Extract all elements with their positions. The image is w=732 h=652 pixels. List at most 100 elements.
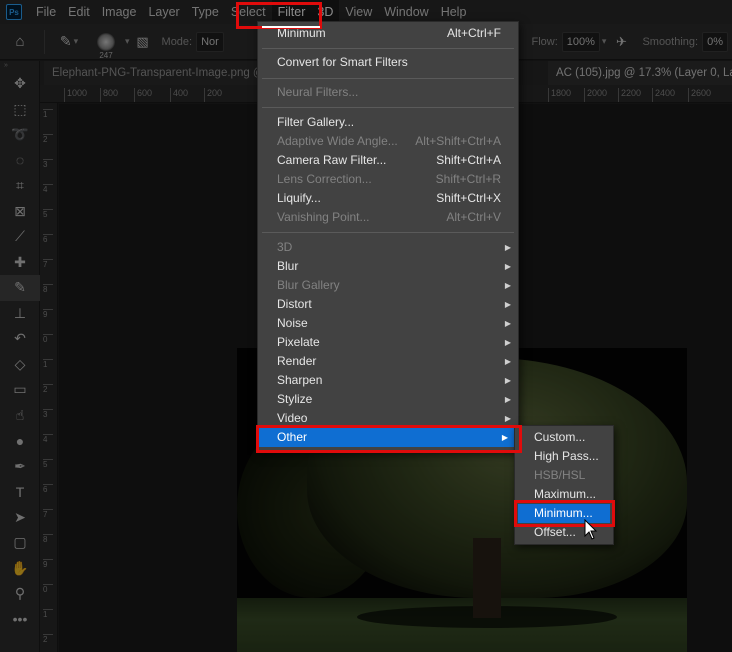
eyedropper-tool-icon[interactable]: ⟋ (0, 224, 40, 250)
panel-collapse-icon[interactable]: » (0, 61, 39, 71)
brush-tool-icon[interactable]: ✎ (0, 275, 40, 301)
mode-label: Mode: (161, 35, 193, 48)
gradient-tool-icon[interactable]: ▭ (0, 377, 40, 403)
menu-item-label: Sharpen (277, 373, 323, 387)
submenu-render-item[interactable]: Render ▶ (258, 352, 518, 371)
menu-item-label: Noise (277, 316, 308, 330)
submenu-blur-gallery-item: Blur Gallery ▶ (258, 276, 518, 295)
menu-separator (262, 48, 514, 49)
tab-ac-document[interactable]: AC (105).jpg @ 17.3% (Layer 0, Lay (548, 61, 732, 85)
zoom-tool-icon[interactable]: ⚲ (0, 581, 40, 607)
brush-icon: ✎ (59, 33, 72, 49)
filter-gallery-item[interactable]: Filter Gallery... (258, 113, 518, 132)
ruler-label: 4 (43, 184, 53, 194)
smoothing-input[interactable]: 0% (702, 31, 728, 52)
type-tool-icon[interactable]: T (0, 479, 40, 505)
ruler-label: 0 (43, 334, 53, 344)
active-menu-underline (262, 26, 320, 28)
ruler-label: 8 (43, 534, 53, 544)
menu-item-label: 3D (277, 240, 293, 254)
ruler-label: 5 (43, 209, 53, 219)
ruler-label: 7 (43, 259, 53, 269)
dodge-tool-icon[interactable]: ● (0, 428, 40, 454)
menu-type[interactable]: Type (186, 0, 225, 24)
submenu-arrow-icon: ▶ (504, 281, 511, 290)
frame-tool-icon[interactable]: ⊠ (0, 199, 40, 225)
menu-file[interactable]: File (30, 0, 62, 24)
vertical-ruler: 1 2 3 4 5 6 7 8 9 0 1 2 3 4 5 6 7 8 9 0 … (40, 103, 58, 652)
move-tool-icon[interactable]: ✥ (0, 71, 40, 97)
ruler-label: 2 (43, 634, 53, 644)
ruler-label: 2 (43, 134, 53, 144)
submenu-arrow-icon: ▶ (504, 262, 511, 271)
submenu-arrow-icon: ▶ (504, 300, 511, 309)
ruler-label: 8 (43, 284, 53, 294)
ruler-label: 2400 (652, 88, 675, 102)
camera-raw-filter-item[interactable]: Camera Raw Filter... Shift+Ctrl+A (258, 151, 518, 170)
vanishing-point-item: Vanishing Point... Alt+Ctrl+V (258, 208, 518, 227)
submenu-arrow-icon: ▶ (504, 376, 511, 385)
ruler-label: 1 (43, 609, 53, 619)
mode-select[interactable]: Nor (196, 31, 224, 52)
ruler-label: 4 (43, 434, 53, 444)
maximum-item[interactable]: Maximum... (515, 485, 613, 504)
smudge-tool-icon[interactable]: ☝ (0, 403, 40, 429)
menu-item-label: Blur (277, 259, 299, 273)
submenu-video-item[interactable]: Video ▶ (258, 409, 518, 428)
history-brush-tool-icon[interactable]: ↶ (0, 326, 40, 352)
marquee-tool-icon[interactable]: ⬚ (0, 97, 40, 123)
pen-tool-icon[interactable]: ✒ (0, 454, 40, 480)
menu-item-label: Render (277, 354, 317, 368)
home-icon[interactable]: ⌂ (0, 24, 40, 60)
submenu-other-item[interactable]: Other ▶ (259, 428, 515, 447)
quick-selection-tool-icon[interactable]: ◌ (0, 148, 40, 174)
offset-item[interactable]: Offset... (515, 523, 613, 542)
custom-item[interactable]: Custom... (515, 428, 613, 447)
convert-smart-filters-item[interactable]: Convert for Smart Filters (258, 53, 518, 72)
brush-tool-preset-button[interactable]: ✎ ▾ (49, 33, 89, 50)
ruler-label: 1800 (548, 88, 571, 102)
healing-brush-tool-icon[interactable]: ✚ (0, 250, 40, 276)
submenu-arrow-icon: ▶ (504, 414, 511, 423)
tab-elephant-document[interactable]: Elephant-PNG-Transparent-Image.png @ (44, 61, 273, 85)
menu-separator (262, 78, 514, 79)
menu-item-shortcut: Alt+Ctrl+V (446, 210, 501, 224)
photoshop-logo-icon: Ps (6, 4, 22, 20)
path-selection-tool-icon[interactable]: ➤ (0, 505, 40, 531)
flow-input[interactable]: 100% (561, 31, 600, 52)
liquify-item[interactable]: Liquify... Shift+Ctrl+X (258, 189, 518, 208)
tools-panel: » ✥ ⬚ ➰ ◌ ⌗ ⊠ ⟋ ✚ ✎ ⊥ ↶ ◇ ▭ ☝ ● ✒ T ➤ ▢ … (0, 61, 40, 652)
ruler-label: 2200 (618, 88, 641, 102)
eraser-tool-icon[interactable]: ◇ (0, 352, 40, 378)
submenu-pixelate-item[interactable]: Pixelate ▶ (258, 333, 518, 352)
menu-edit[interactable]: Edit (62, 0, 96, 24)
brush-size-value: 247 (99, 50, 113, 60)
brush-settings-icon[interactable]: ▧ (130, 34, 156, 50)
high-pass-item[interactable]: High Pass... (515, 447, 613, 466)
submenu-arrow-icon: ▶ (504, 319, 511, 328)
chevron-down-icon: ▾ (73, 36, 79, 46)
ruler-label: 6 (43, 234, 53, 244)
submenu-blur-item[interactable]: Blur ▶ (258, 257, 518, 276)
hand-tool-icon[interactable]: ✋ (0, 556, 40, 582)
crop-tool-icon[interactable]: ⌗ (0, 173, 40, 199)
lasso-tool-icon[interactable]: ➰ (0, 122, 40, 148)
clone-stamp-tool-icon[interactable]: ⊥ (0, 301, 40, 327)
ruler-label: 6 (43, 484, 53, 494)
airbrush-icon[interactable]: ✈ (606, 34, 636, 50)
submenu-arrow-icon: ▶ (504, 338, 511, 347)
submenu-distort-item[interactable]: Distort ▶ (258, 295, 518, 314)
menu-item-label: Video (277, 411, 308, 425)
submenu-noise-item[interactable]: Noise ▶ (258, 314, 518, 333)
menu-layer[interactable]: Layer (142, 0, 185, 24)
submenu-arrow-icon: ▶ (501, 433, 508, 442)
ruler-label: 9 (43, 559, 53, 569)
menu-item-label: Blur Gallery (277, 278, 340, 292)
more-tools-icon[interactable]: ••• (0, 607, 40, 633)
menu-image[interactable]: Image (96, 0, 143, 24)
menu-item-label: Liquify... (277, 191, 321, 205)
brush-size-picker[interactable]: 247 (89, 25, 123, 60)
rectangle-tool-icon[interactable]: ▢ (0, 530, 40, 556)
submenu-sharpen-item[interactable]: Sharpen ▶ (258, 371, 518, 390)
submenu-stylize-item[interactable]: Stylize ▶ (258, 390, 518, 409)
